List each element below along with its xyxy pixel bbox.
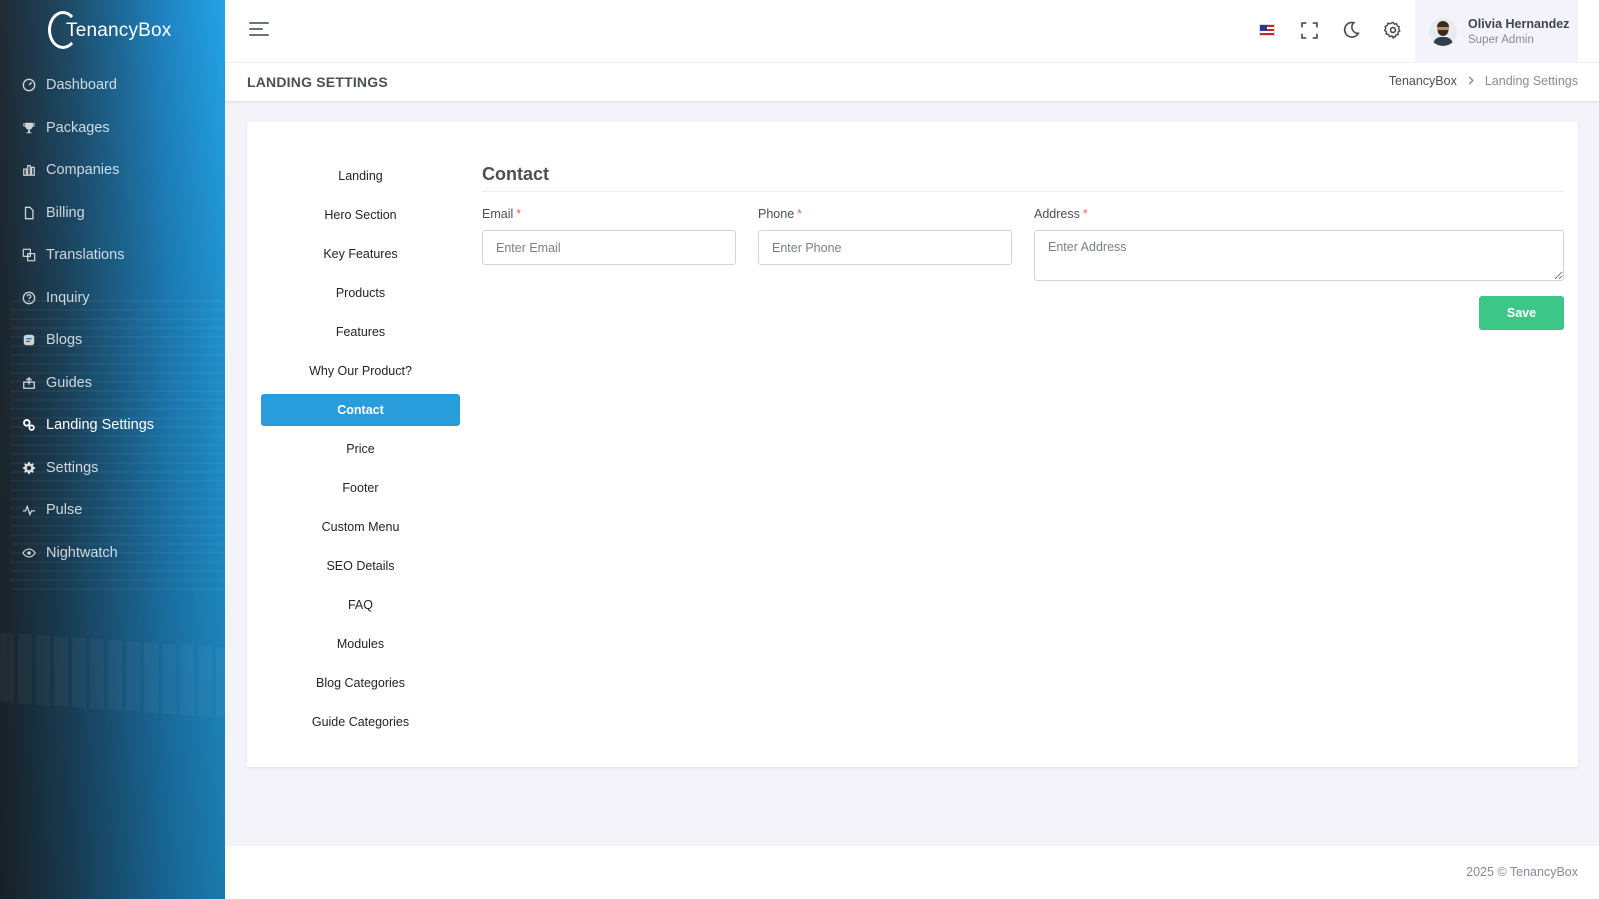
user-role: Super Admin <box>1468 34 1534 46</box>
phone-group: Phone * <box>758 207 1012 281</box>
sidebar-item-label: Nightwatch <box>46 544 118 561</box>
guide-icon <box>22 376 36 390</box>
sidebar: TenancyBox Dashboard Packages Companies … <box>0 0 225 899</box>
settings-tabs: Landing Hero Section Key Features Produc… <box>261 160 460 745</box>
fullscreen-icon[interactable] <box>1299 18 1319 42</box>
tab-footer[interactable]: Footer <box>261 472 460 504</box>
sidebar-item-packages[interactable]: Packages <box>0 107 225 150</box>
tab-blog-categories[interactable]: Blog Categories <box>261 667 460 699</box>
sidebar-item-dashboard[interactable]: Dashboard <box>0 64 225 107</box>
tab-guide-categories[interactable]: Guide Categories <box>261 706 460 738</box>
tab-price[interactable]: Price <box>261 433 460 465</box>
us-flag-icon[interactable] <box>1257 18 1277 42</box>
sidebar-item-pulse[interactable]: Pulse <box>0 489 225 532</box>
tab-custom-menu[interactable]: Custom Menu <box>261 511 460 543</box>
bar-chart-icon <box>22 163 36 177</box>
landing-settings-card: Landing Hero Section Key Features Produc… <box>247 122 1578 767</box>
sidebar-item-billing[interactable]: Billing <box>0 192 225 235</box>
required-mark: * <box>797 207 803 221</box>
cogs-icon <box>22 418 36 432</box>
contact-form: Contact Email* Phone* Address* Save <box>482 164 1564 330</box>
menu-toggle-icon[interactable] <box>249 22 269 40</box>
brand-name: TenancyBox <box>66 20 172 41</box>
address-field[interactable] <box>1034 230 1564 281</box>
tab-modules[interactable]: Modules <box>261 628 460 660</box>
gear-icon <box>22 461 36 475</box>
email-label: Email * <box>482 207 522 221</box>
sidebar-item-nightwatch[interactable]: Nightwatch <box>0 532 225 575</box>
email-field[interactable] <box>482 230 736 265</box>
address-label: Address * <box>1034 207 1088 221</box>
sidebar-item-blogs[interactable]: Blogs <box>0 319 225 362</box>
tab-hero-section[interactable]: Hero Section <box>261 199 460 231</box>
sidebar-item-label: Inquiry <box>46 289 90 306</box>
save-button[interactable]: Save <box>1479 296 1564 330</box>
sidebar-item-label: Blogs <box>46 332 83 349</box>
sidebar-item-label: Pulse <box>46 502 83 519</box>
topbar-actions <box>1257 18 1403 42</box>
tab-products[interactable]: Products <box>261 277 460 309</box>
sidebar-item-label: Billing <box>46 204 85 221</box>
tab-landing[interactable]: Landing <box>261 160 460 192</box>
file-icon <box>22 206 36 220</box>
question-icon <box>22 291 36 305</box>
chevron-right-icon <box>1467 74 1475 88</box>
dashboard-icon <box>22 78 36 92</box>
sidebar-item-translations[interactable]: Translations <box>0 234 225 277</box>
sidebar-keyboard-decoration <box>0 632 225 718</box>
email-group: Email * <box>482 207 736 281</box>
sidebar-item-guides[interactable]: Guides <box>0 362 225 405</box>
sidebar-item-label: Dashboard <box>46 77 117 94</box>
tab-faq[interactable]: FAQ <box>261 589 460 621</box>
sidebar-item-label: Translations <box>46 247 125 264</box>
eye-icon <box>22 546 36 560</box>
trophy-icon <box>22 121 36 135</box>
tab-why-our-product[interactable]: Why Our Product? <box>261 355 460 387</box>
brand-logo[interactable]: TenancyBox <box>0 0 225 62</box>
moon-icon[interactable] <box>1341 18 1361 42</box>
sidebar-item-settings[interactable]: Settings <box>0 447 225 490</box>
tab-seo-details[interactable]: SEO Details <box>261 550 460 582</box>
breadcrumb: TenancyBox Landing Settings <box>1389 74 1578 88</box>
sidebar-item-companies[interactable]: Companies <box>0 149 225 192</box>
required-mark: * <box>516 207 522 221</box>
sidebar-item-label: Packages <box>46 119 110 136</box>
sidebar-item-label: Settings <box>46 459 99 476</box>
section-title: Contact <box>482 164 1564 192</box>
sidebar-item-label: Landing Settings <box>46 417 155 434</box>
sidebar-nav: Dashboard Packages Companies Billing Tra… <box>0 62 225 574</box>
required-mark: * <box>1082 207 1088 221</box>
breadcrumb-root[interactable]: TenancyBox <box>1389 74 1457 88</box>
breadcrumb-current: Landing Settings <box>1484 74 1578 88</box>
page-title: LANDING SETTINGS <box>247 74 388 90</box>
contact-fields-row: Email* Phone* Address* <box>482 207 1564 281</box>
form-actions: Save <box>482 296 1564 330</box>
sidebar-item-inquiry[interactable]: Inquiry <box>0 277 225 320</box>
sidebar-item-label: Companies <box>46 162 120 179</box>
tab-contact[interactable]: Contact <box>261 394 460 426</box>
user-name: Olivia Hernandez <box>1468 17 1570 31</box>
pulse-icon <box>22 503 36 517</box>
phone-label: Phone * <box>758 207 803 221</box>
sidebar-item-label: Guides <box>46 374 92 391</box>
topbar: Olivia Hernandez Super Admin <box>225 0 1599 63</box>
footer: 2025 © TenancyBox <box>225 846 1599 899</box>
user-profile[interactable]: Olivia Hernandez Super Admin <box>1415 0 1578 63</box>
tab-features[interactable]: Features <box>261 316 460 348</box>
phone-field[interactable] <box>758 230 1012 265</box>
tab-key-features[interactable]: Key Features <box>261 238 460 270</box>
address-group: Address * <box>1034 207 1564 281</box>
sidebar-item-landing-settings[interactable]: Landing Settings <box>0 404 225 447</box>
avatar <box>1429 17 1457 46</box>
translate-icon <box>22 248 36 262</box>
blog-icon <box>22 333 36 347</box>
settings-icon[interactable] <box>1383 18 1403 42</box>
footer-copyright: 2025 © TenancyBox <box>1466 865 1578 879</box>
page-title-bar: LANDING SETTINGS TenancyBox Landing Sett… <box>225 63 1599 101</box>
